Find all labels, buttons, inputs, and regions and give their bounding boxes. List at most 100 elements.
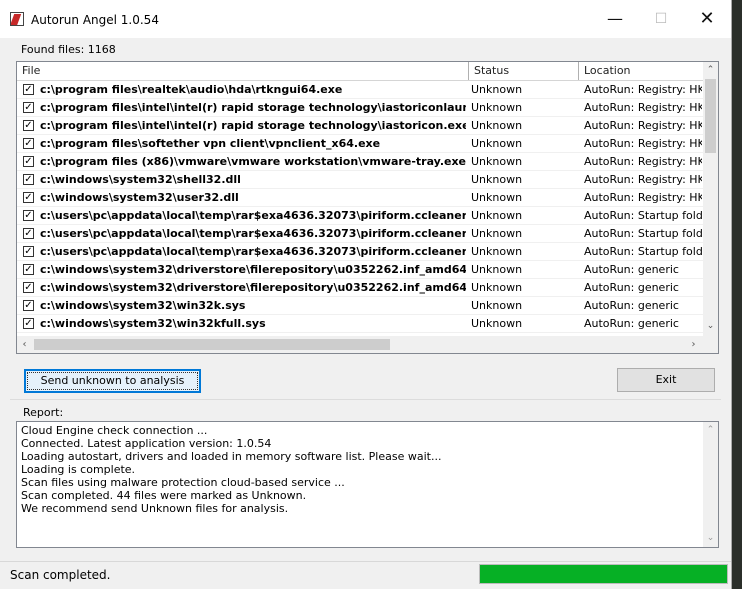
row-checkbox[interactable]: ✓ [23, 102, 34, 113]
cell-status: Unknown [471, 281, 523, 294]
window-title: Autorun Angel 1.0.54 [31, 13, 159, 27]
cell-file: c:\users\pc\appdata\local\temp\rar$exa46… [40, 209, 466, 222]
cell-status: Unknown [471, 299, 523, 312]
table-row[interactable]: ✓ c:\users\pc\appdata\local\temp\rar$exa4… [17, 207, 703, 225]
send-unknown-label: Send unknown to analysis [40, 374, 185, 387]
table-row[interactable]: ✓ c:\windows\system32\driverstore\filerep… [17, 261, 703, 279]
row-checkbox[interactable]: ✓ [23, 282, 34, 293]
cell-status: Unknown [471, 101, 523, 114]
table-row[interactable]: ✓ c:\program files\softether vpn client\v… [17, 135, 703, 153]
cell-location: AutoRun: Registry: HKE [584, 137, 702, 150]
cell-location: AutoRun: generic [584, 299, 679, 312]
cell-status: Unknown [471, 137, 523, 150]
cell-location: AutoRun: generic [584, 281, 679, 294]
cell-file: c:\users\pc\appdata\local\temp\rar$exa46… [40, 227, 466, 240]
table-row[interactable]: ✓ c:\program files\intel\intel(r) rapid s… [17, 99, 703, 117]
close-button[interactable]: ✕ [684, 0, 730, 38]
table-row[interactable]: ✓ c:\program files\realtek\audio\hda\rtkn… [17, 81, 703, 99]
table-body: ✓ c:\program files\realtek\audio\hda\rtkn… [17, 81, 703, 336]
cell-file: c:\windows\system32\win32kfull.sys [40, 317, 266, 330]
row-checkbox[interactable]: ✓ [23, 246, 34, 257]
send-unknown-button[interactable]: Send unknown to analysis [24, 369, 201, 393]
table-row[interactable]: ✓ c:\windows\system32\shell32.dll Unknown A… [17, 171, 703, 189]
scroll-left-icon[interactable]: ‹ [17, 336, 32, 353]
row-checkbox[interactable]: ✓ [23, 210, 34, 221]
column-header-location[interactable]: Location [579, 62, 703, 80]
table-row[interactable]: ✓ c:\windows\system32\user32.dll Unknown Au… [17, 189, 703, 207]
maximize-button[interactable]: ☐ [638, 0, 684, 38]
found-files-label: Found files: 1168 [21, 43, 116, 56]
cell-file: c:\program files\intel\intel(r) rapid st… [40, 101, 466, 114]
column-header-status[interactable]: Status [469, 62, 579, 80]
table-row[interactable]: ✓ c:\users\pc\appdata\local\temp\rar$exa4… [17, 243, 703, 261]
app-logo-icon [10, 12, 24, 26]
row-checkbox[interactable]: ✓ [23, 264, 34, 275]
scroll-up-icon[interactable]: ⌃ [703, 423, 718, 438]
cell-location: AutoRun: Registry: HKE [584, 119, 702, 132]
title-bar[interactable]: Autorun Angel 1.0.54 — ☐ ✕ [0, 0, 731, 38]
scroll-down-icon[interactable]: ⌄ [703, 531, 718, 546]
cell-location: AutoRun: generic [584, 317, 679, 330]
scroll-right-icon[interactable]: › [686, 336, 701, 353]
report-line: Scan completed. 44 files were marked as … [21, 489, 307, 502]
cell-location: AutoRun: Registry: HKE [584, 173, 702, 186]
cell-location: AutoRun: Registry: HKE [584, 191, 702, 204]
row-checkbox[interactable]: ✓ [23, 318, 34, 329]
cell-status: Unknown [471, 263, 523, 276]
report-line: Cloud Engine check connection ... [21, 424, 208, 437]
report-lines: Cloud Engine check connection ... Connect… [21, 424, 441, 515]
row-checkbox[interactable]: ✓ [23, 174, 34, 185]
report-label: Report: [23, 406, 64, 419]
row-checkbox[interactable]: ✓ [23, 138, 34, 149]
report-vertical-scrollbar[interactable]: ⌃ ⌄ [703, 422, 718, 547]
cell-location: AutoRun: Registry: HKE [584, 101, 702, 114]
cell-location: AutoRun: Registry: HKE [584, 83, 702, 96]
cell-location: AutoRun: Startup folder [584, 227, 702, 240]
cell-file: c:\windows\system32\driverstore\filerepo… [40, 281, 466, 294]
report-line: We recommend send Unknown files for anal… [21, 502, 289, 515]
hscroll-thumb[interactable] [34, 339, 390, 350]
cell-status: Unknown [471, 83, 523, 96]
scroll-thumb[interactable] [705, 79, 716, 153]
row-checkbox[interactable]: ✓ [23, 228, 34, 239]
table-row[interactable]: ✓ c:\users\pc\appdata\local\temp\rar$exa4… [17, 225, 703, 243]
row-checkbox[interactable]: ✓ [23, 192, 34, 203]
table-horizontal-scrollbar[interactable]: ‹ › [17, 336, 703, 353]
progress-fill [480, 565, 727, 583]
app-window: Autorun Angel 1.0.54 — ☐ ✕ Found files: … [0, 0, 732, 589]
scroll-corner [703, 336, 718, 353]
report-line: Scan files using malware protection clou… [21, 476, 345, 489]
cell-status: Unknown [471, 245, 523, 258]
column-header-file[interactable]: File [17, 62, 469, 80]
table-row[interactable]: ✓ c:\windows\system32\driverstore\filerep… [17, 279, 703, 297]
files-table: File Status Location ✓ c:\program files\r… [16, 61, 719, 354]
status-text: Scan completed. [10, 568, 111, 582]
cell-status: Unknown [471, 173, 523, 186]
table-row[interactable]: ✓ c:\windows\system32\win32kfull.sys Unkno… [17, 315, 703, 333]
cell-status: Unknown [471, 317, 523, 330]
exit-button[interactable]: Exit [617, 368, 715, 392]
report-textbox[interactable]: Cloud Engine check connection ... Connect… [16, 421, 719, 548]
scroll-up-icon[interactable]: ⌃ [703, 63, 718, 78]
table-row[interactable]: ✓ c:\program files\intel\intel(r) rapid s… [17, 117, 703, 135]
progress-bar [479, 564, 728, 584]
cell-location: AutoRun: generic [584, 263, 679, 276]
row-checkbox[interactable]: ✓ [23, 84, 34, 95]
row-checkbox[interactable]: ✓ [23, 120, 34, 131]
cell-status: Unknown [471, 227, 523, 240]
cell-status: Unknown [471, 209, 523, 222]
cell-file: c:\program files\realtek\audio\hda\rtkng… [40, 83, 343, 96]
cell-location: AutoRun: Startup folder [584, 245, 702, 258]
cell-file: c:\windows\system32\driverstore\filerepo… [40, 263, 466, 276]
scroll-down-icon[interactable]: ⌄ [703, 319, 718, 334]
table-row[interactable]: ✓ c:\windows\system32\win32k.sys Unknown Au… [17, 297, 703, 315]
row-checkbox[interactable]: ✓ [23, 156, 34, 167]
table-row[interactable]: ✓ c:\program files (x86)\vmware\vmware wo… [17, 153, 703, 171]
cell-location: AutoRun: Registry: HKE [584, 155, 702, 168]
cell-status: Unknown [471, 155, 523, 168]
row-checkbox[interactable]: ✓ [23, 300, 34, 311]
cell-status: Unknown [471, 119, 523, 132]
table-vertical-scrollbar[interactable]: ⌃ ⌄ [703, 62, 718, 336]
cell-file: c:\users\pc\appdata\local\temp\rar$exa46… [40, 245, 466, 258]
minimize-button[interactable]: — [592, 0, 638, 38]
